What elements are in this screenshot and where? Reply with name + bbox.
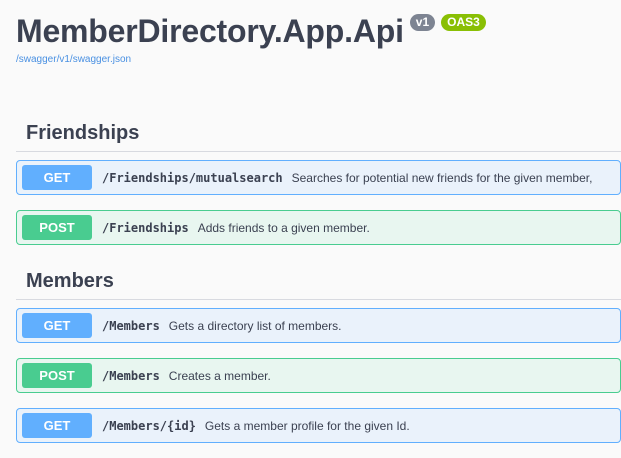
operation-summary: Gets a directory list of members. [168, 318, 342, 333]
method-badge: POST [22, 215, 92, 240]
operation-path: /Members [102, 368, 160, 383]
api-title: MemberDirectory.App.Api [16, 13, 404, 49]
operation-path: /Members [102, 318, 160, 333]
operation-summary: Adds friends to a given member. [197, 220, 370, 235]
operation-get-member-by-id[interactable]: GET /Members/{id} Gets a member profile … [16, 408, 621, 443]
operation-get-friendships-mutualsearch[interactable]: GET /Friendships/mutualsearch Searches f… [16, 160, 621, 195]
operation-post-friendships[interactable]: POST /Friendships Adds friends to a give… [16, 210, 621, 245]
tag-section-friendships: Friendships GET /Friendships/mutualsearc… [16, 115, 621, 260]
method-badge: GET [22, 313, 92, 338]
operation-summary: Creates a member. [168, 368, 271, 383]
operation-path: /Friendships [102, 220, 189, 235]
operation-post-members[interactable]: POST /Members Creates a member. [16, 358, 621, 393]
version-badge: v1 [409, 14, 436, 31]
spec-link[interactable]: /swagger/v1/swagger.json [16, 54, 621, 65]
operation-summary: Gets a member profile for the given Id. [204, 418, 410, 433]
method-badge: POST [22, 363, 92, 388]
operation-get-members[interactable]: GET /Members Gets a directory list of me… [16, 308, 621, 343]
method-badge: GET [22, 413, 92, 438]
operation-path: /Friendships/mutualsearch [102, 170, 283, 185]
api-info: MemberDirectory.App.Api v1 OAS3 /swagger… [16, 12, 621, 65]
title-row: MemberDirectory.App.Api v1 OAS3 [16, 12, 621, 50]
method-badge: GET [22, 165, 92, 190]
tag-heading-members[interactable]: Members [16, 263, 621, 300]
tag-heading-friendships[interactable]: Friendships [16, 115, 621, 152]
operation-path: /Members/{id} [102, 418, 196, 433]
operation-summary: Searches for potential new friends for t… [291, 170, 593, 185]
tag-section-members: Members GET /Members Gets a directory li… [16, 263, 621, 458]
oas-badge: OAS3 [441, 14, 486, 31]
